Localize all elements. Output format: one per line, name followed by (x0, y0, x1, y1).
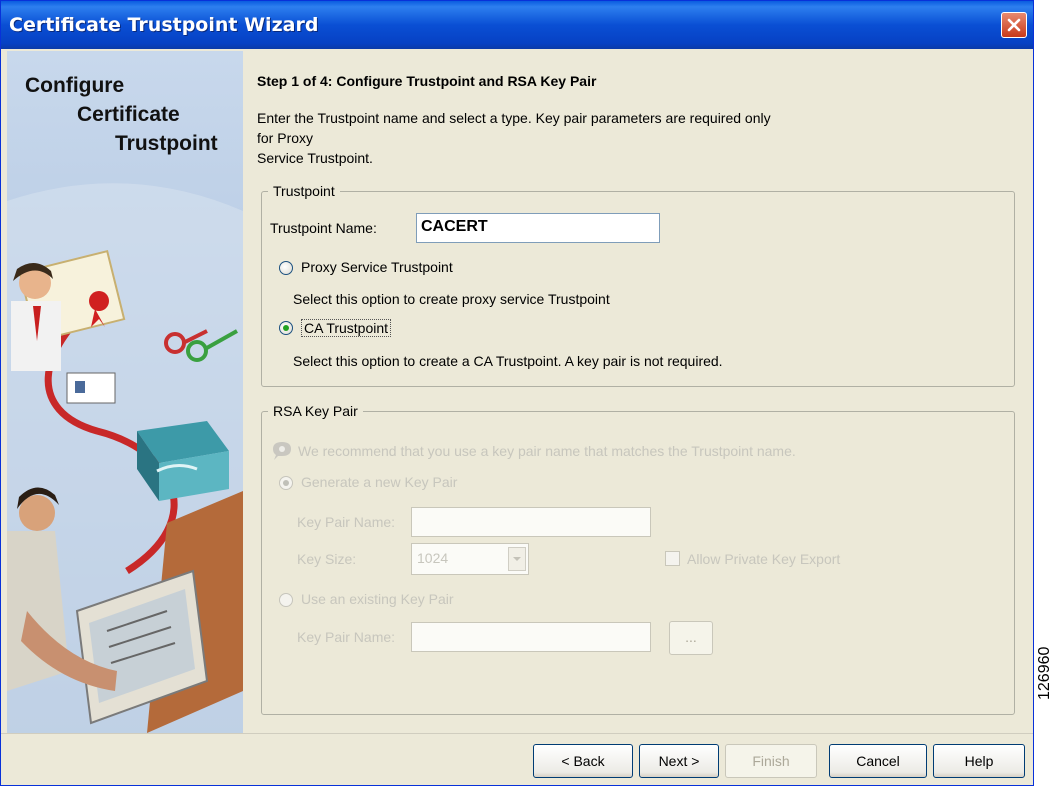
existing-key-pair-name-label: Key Pair Name: (297, 629, 396, 645)
existing-key-pair-name-input[interactable] (411, 622, 651, 652)
allow-private-key-export-checkbox[interactable] (665, 551, 680, 566)
browse-key-pair-button[interactable]: ... (669, 621, 713, 655)
trustpoint-legend: Trustpoint (273, 183, 335, 199)
key-size-select[interactable]: 1024 (411, 543, 529, 575)
step-description-line: Enter the Trustpoint name and select a t… (257, 110, 771, 126)
title-bar[interactable]: Certificate Trustpoint Wizard (1, 1, 1033, 49)
wizard-content: Step 1 of 4: Configure Trustpoint and RS… (243, 51, 1033, 733)
allow-private-key-export-label[interactable]: Allow Private Key Export (687, 551, 840, 567)
wizard-illustration-panel: Configure Certificate Trustpoint (7, 51, 243, 733)
left-title-line-1: Configure (25, 74, 125, 97)
trustpoint-name-input[interactable]: CACERT (416, 213, 660, 243)
wizard-footer: < Back Next > Finish Cancel Help (1, 733, 1033, 785)
proxy-service-trustpoint-desc: Select this option to create proxy servi… (293, 291, 610, 307)
wizard-window: Certificate Trustpoint Wizard Configure … (0, 0, 1034, 786)
key-pair-name-label: Key Pair Name: (297, 514, 396, 530)
ca-trustpoint-label[interactable]: CA Trustpoint (301, 319, 392, 337)
chevron-down-icon (513, 557, 521, 561)
generate-key-pair-radio[interactable] (279, 476, 293, 490)
key-size-value: 1024 (417, 550, 449, 566)
trustpoint-name-label: Trustpoint Name: (270, 220, 377, 236)
close-button[interactable] (1001, 12, 1027, 38)
rsa-key-pair-legend: RSA Key Pair (273, 403, 358, 419)
generate-key-pair-label[interactable]: Generate a new Key Pair (301, 474, 457, 490)
proxy-service-trustpoint-label[interactable]: Proxy Service Trustpoint (301, 259, 453, 275)
step-description: Enter the Trustpoint name and select a t… (257, 108, 877, 168)
window-title: Certificate Trustpoint Wizard (9, 14, 319, 36)
rsa-hint-text: We recommend that you use a key pair nam… (298, 443, 796, 459)
cancel-button[interactable]: Cancel (829, 744, 927, 778)
step-title: Step 1 of 4: Configure Trustpoint and RS… (257, 73, 597, 89)
key-pair-name-input[interactable] (411, 507, 651, 537)
key-size-label: Key Size: (297, 551, 357, 567)
step-description-line: for Proxy (257, 130, 314, 146)
ca-trustpoint-desc: Select this option to create a CA Trustp… (293, 353, 723, 369)
ca-trustpoint-radio[interactable] (279, 321, 293, 335)
proxy-service-trustpoint-radio[interactable] (279, 261, 293, 275)
next-button[interactable]: Next > (639, 744, 719, 778)
back-button[interactable]: < Back (533, 744, 633, 778)
dropdown-arrow-button[interactable] (508, 547, 526, 571)
finish-button[interactable]: Finish (725, 744, 817, 778)
info-bubble-icon (271, 441, 293, 464)
use-existing-key-pair-radio[interactable] (279, 593, 293, 607)
help-button[interactable]: Help (933, 744, 1025, 778)
left-title-line-2: Certificate (77, 103, 180, 126)
figure-number: 126960 (1036, 646, 1053, 700)
step-description-line: Service Trustpoint. (257, 150, 373, 166)
left-title-line-3: Trustpoint (115, 132, 218, 155)
use-existing-key-pair-label[interactable]: Use an existing Key Pair (301, 591, 454, 607)
